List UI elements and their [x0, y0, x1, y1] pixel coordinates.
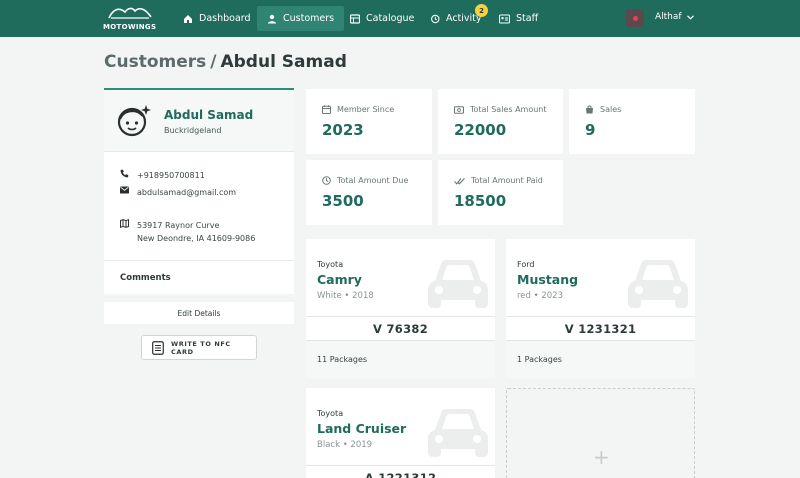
calendar-icon	[322, 105, 331, 114]
stat-sales: Sales 9	[569, 89, 695, 154]
profile-phone: +918950700811	[120, 169, 205, 182]
vehicle-meta: red • 2023	[517, 291, 563, 301]
vehicle-model: Camry	[317, 272, 362, 287]
stat-member-since-label: Member Since	[337, 105, 395, 114]
logo-car-icon	[108, 7, 152, 19]
plus-icon: +	[593, 445, 610, 469]
vehicle-make: Toyota	[317, 260, 344, 269]
nav-catalogue[interactable]: Catalogue	[340, 6, 424, 31]
mail-icon	[120, 186, 129, 194]
stat-total-amount-due-value: 3500	[322, 192, 364, 210]
stat-total-sales-amount: Total Sales Amount 22000	[438, 89, 563, 154]
email-text[interactable]: abdulsamad@gmail.com	[137, 186, 236, 199]
stat-label: Member Since	[322, 105, 394, 114]
nav-customers[interactable]: Customers	[257, 6, 345, 31]
address-text: 53917 Raynor Curve New Deondre, IA 41609…	[137, 219, 255, 245]
top-navbar: MOTOWINGS Dashboard Customers Catalogue …	[0, 0, 800, 37]
profile-divider	[104, 260, 294, 261]
avatar-icon	[117, 105, 151, 137]
clock-icon	[322, 176, 331, 185]
vehicle-meta: White • 2018	[317, 291, 374, 301]
vehicle-card[interactable]: Toyota Land Cruiser Black • 2019 A 12213…	[306, 388, 495, 478]
stat-label: Total Amount Due	[322, 176, 408, 185]
vehicle-packages[interactable]: 1 Packages	[517, 355, 562, 364]
vehicle-model: Land Cruiser	[317, 421, 407, 436]
stat-label: Sales	[585, 105, 621, 114]
profile-address: 53917 Raynor Curve New Deondre, IA 41609…	[120, 219, 255, 245]
address-line-2: New Deondre, IA 41609-9086	[137, 234, 256, 243]
chevron-down-icon	[686, 14, 694, 20]
user-name: Althaf	[655, 12, 682, 22]
customer-profile-card: Abdul Samad Buckridgeland +918950700811 …	[104, 88, 294, 294]
breadcrumb-separator: /	[210, 52, 217, 72]
vehicle-footer: 11 Packages	[306, 341, 495, 378]
status-dot	[632, 15, 638, 21]
brand-logo[interactable]: MOTOWINGS	[103, 5, 159, 33]
license-plate: V 1231321	[506, 316, 695, 341]
profile-name: Abdul Samad	[164, 108, 254, 122]
edit-details-button[interactable]: Edit Details	[104, 302, 294, 324]
car-icon	[428, 409, 488, 457]
stat-total-amount-paid-label: Total Amount Paid	[471, 176, 543, 185]
stat-total-amount-paid-value: 18500	[454, 192, 507, 210]
nav-customers-label: Customers	[283, 13, 335, 24]
nav-staff-label: Staff	[516, 13, 539, 24]
vehicle-meta: Black • 2019	[317, 440, 373, 450]
stat-label: Total Sales Amount	[454, 105, 547, 114]
home-icon	[184, 14, 192, 23]
vehicle-card[interactable]: Ford Mustang red • 2023 V 1231321 1 Pack…	[506, 239, 695, 378]
comments-label[interactable]: Comments	[120, 273, 171, 283]
history-icon	[431, 14, 440, 23]
stat-total-amount-due: Total Amount Due 3500	[306, 160, 432, 225]
breadcrumb: Customers / Abdul Samad	[104, 52, 347, 72]
breadcrumb-parent[interactable]: Customers	[104, 52, 206, 72]
nfc-icon	[152, 340, 164, 355]
car-icon	[428, 260, 488, 308]
profile-email: abdulsamad@gmail.com	[120, 186, 236, 199]
vehicle-make: Ford	[517, 260, 535, 269]
vehicle-footer: 1 Packages	[506, 341, 695, 378]
profile-header: Abdul Samad Buckridgeland	[104, 90, 294, 152]
vehicle-model: Mustang	[517, 272, 579, 287]
nav-dashboard-label: Dashboard	[199, 13, 251, 24]
stat-label: Total Amount Paid	[454, 176, 543, 185]
person-icon	[268, 14, 276, 23]
catalogue-icon	[350, 13, 360, 24]
breadcrumb-current: Abdul Samad	[220, 52, 347, 72]
check-double-icon	[454, 177, 465, 185]
nav-staff[interactable]: Staff	[489, 6, 548, 31]
stat-member-since: Member Since 2023	[306, 89, 432, 154]
stat-member-since-value: 2023	[322, 121, 364, 139]
write-nfc-button[interactable]: WRITE TO NFC CARD	[141, 335, 257, 360]
stat-sales-label: Sales	[600, 105, 622, 114]
cash-icon	[454, 105, 464, 114]
phone-text[interactable]: +918950700811	[137, 169, 205, 182]
stat-sales-value: 9	[585, 121, 596, 139]
id-card-icon	[499, 13, 510, 24]
license-plate: V 76382	[306, 316, 495, 341]
vehicle-packages[interactable]: 11 Packages	[317, 355, 367, 364]
stat-total-amount-due-label: Total Amount Due	[337, 176, 409, 185]
bag-icon	[586, 105, 593, 114]
license-plate: A 1221312	[306, 465, 495, 478]
map-icon	[120, 219, 129, 228]
user-avatar[interactable]	[626, 9, 644, 27]
stat-total-sales-amount-label: Total Sales Amount	[470, 105, 547, 114]
user-menu[interactable]: Althaf	[655, 12, 694, 22]
brand-name: MOTOWINGS	[103, 23, 157, 31]
activity-badge: 2	[475, 4, 488, 17]
profile-location: Buckridgeland	[164, 126, 222, 135]
address-line-1: 53917 Raynor Curve	[137, 221, 220, 230]
stat-total-amount-paid: Total Amount Paid 18500	[438, 160, 563, 225]
vehicle-card[interactable]: Toyota Camry White • 2018 V 76382 11 Pac…	[306, 239, 495, 378]
nav-dashboard[interactable]: Dashboard	[173, 6, 261, 31]
add-vehicle-card[interactable]: +	[506, 388, 695, 478]
nav-catalogue-label: Catalogue	[366, 13, 415, 24]
phone-icon	[120, 169, 129, 178]
write-nfc-label: WRITE TO NFC CARD	[170, 339, 231, 356]
car-icon	[628, 260, 688, 308]
stat-total-sales-amount-value: 22000	[454, 121, 507, 139]
vehicle-make: Toyota	[317, 409, 344, 418]
